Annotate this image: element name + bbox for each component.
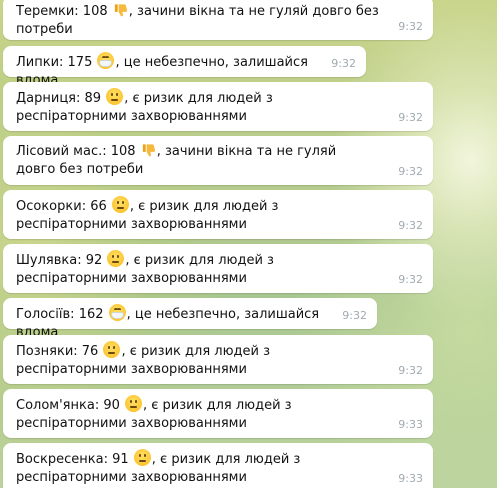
neutral-face-icon [111, 196, 129, 213]
message-time: 9:32 [331, 57, 356, 70]
message-bubble[interactable]: Воскресенка: 91 , є ризик для людей з ре… [3, 443, 433, 488]
neutral-face-icon [106, 88, 124, 105]
message-time: 9:32 [342, 309, 367, 322]
message-text: Позняки: 76 , є ризик для людей з респір… [16, 335, 376, 379]
message-time: 9:32 [398, 219, 423, 232]
mask-face-icon [97, 52, 115, 69]
message-text: Осокорки: 66 , є ризик для людей з респі… [16, 190, 376, 234]
message-bubble[interactable]: Липки: 175 , це небезпечно, залишайся вд… [3, 46, 366, 88]
thumbs-down-icon [142, 144, 155, 157]
thumbs-down-icon [114, 4, 127, 17]
mask-face-icon [108, 304, 126, 321]
message-feed: Теремки: 108 , зачини вікна та не гуляй … [0, 0, 497, 488]
message-bubble[interactable]: Дарниця: 89 , є ризик для людей з респір… [3, 82, 433, 131]
message-text: Лісовий мас.: 108 , зачини вікна та не г… [16, 144, 337, 177]
message-time: 9:32 [398, 20, 423, 33]
neutral-face-icon [133, 449, 151, 466]
neutral-face-icon [125, 395, 142, 412]
message-bubble[interactable]: Лісовий мас.: 108 , зачини вікна та не г… [3, 136, 433, 185]
message-bubble[interactable]: Позняки: 76 , є ризик для людей з респір… [3, 335, 433, 384]
message-text: Шулявка: 92 , є ризик для людей з респір… [16, 244, 376, 288]
message-time: 9:33 [398, 472, 423, 485]
message-text: Дарниця: 89 , є ризик для людей з респір… [16, 82, 376, 126]
message-text: Воскресенка: 91 , є ризик для людей з ре… [16, 443, 386, 487]
message-time: 9:32 [398, 273, 423, 286]
message-bubble[interactable]: Солом'янка: 90 , є ризик для людей з рес… [3, 389, 433, 438]
message-text: Теремки: 108 , зачини вікна та не гуляй … [16, 4, 379, 37]
message-time: 9:33 [398, 418, 423, 431]
message-bubble[interactable]: Осокорки: 66 , є ризик для людей з респі… [3, 190, 433, 239]
message-bubble[interactable]: Голосіїв: 162 , це небезпечно, залишайся… [3, 298, 377, 340]
neutral-face-icon [103, 341, 121, 358]
message-time: 9:32 [398, 364, 423, 377]
message-bubble[interactable]: Шулявка: 92 , є ризик для людей з респір… [3, 244, 433, 293]
message-time: 9:32 [398, 165, 423, 178]
message-bubble[interactable]: Теремки: 108 , зачини вікна та не гуляй … [3, 0, 433, 40]
message-text: Солом'янка: 90 , є ризик для людей з рес… [16, 389, 376, 433]
neutral-face-icon [107, 250, 125, 267]
message-time: 9:32 [398, 111, 423, 124]
